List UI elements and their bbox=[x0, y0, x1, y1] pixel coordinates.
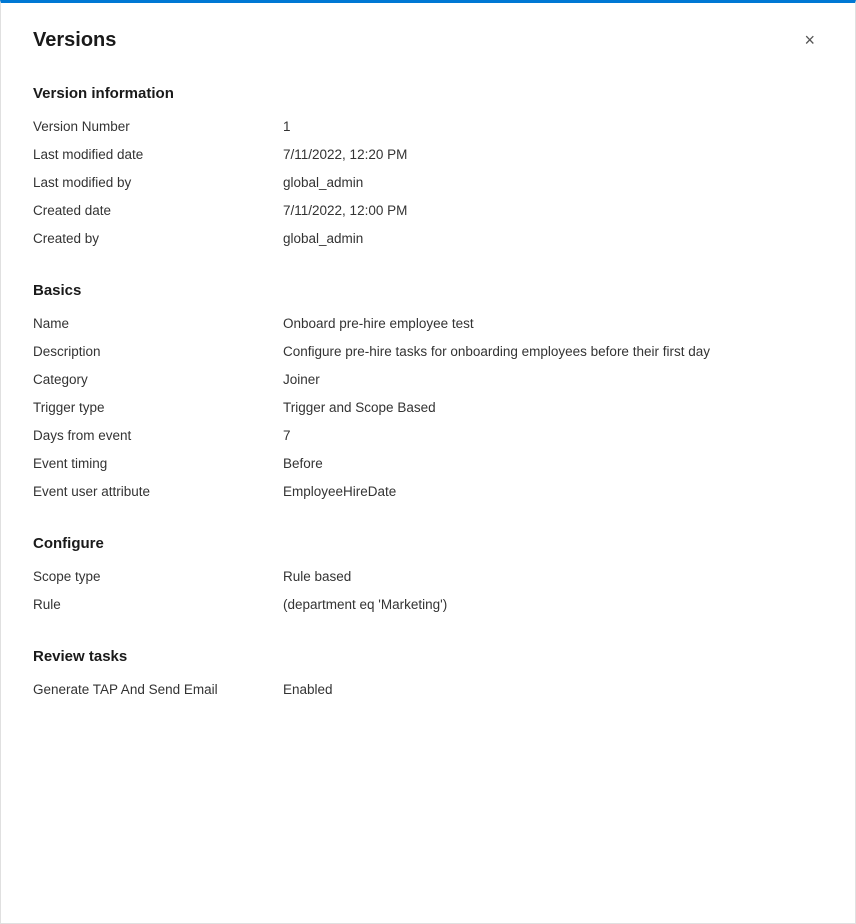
field-row: Scope typeRule based bbox=[33, 564, 823, 592]
field-row: Generate TAP And Send EmailEnabled bbox=[33, 677, 823, 705]
field-label: Last modified by bbox=[33, 175, 283, 190]
field-label: Version Number bbox=[33, 119, 283, 134]
field-row: Trigger typeTrigger and Scope Based bbox=[33, 395, 823, 423]
field-row: NameOnboard pre-hire employee test bbox=[33, 311, 823, 339]
field-label: Category bbox=[33, 372, 283, 387]
field-value: Configure pre-hire tasks for onboarding … bbox=[283, 344, 823, 359]
field-value: Joiner bbox=[283, 372, 823, 387]
field-row: Days from event7 bbox=[33, 423, 823, 451]
field-label: Trigger type bbox=[33, 400, 283, 415]
field-row: Created byglobal_admin bbox=[33, 226, 823, 254]
field-value: Rule based bbox=[283, 569, 823, 584]
field-value: EmployeeHireDate bbox=[283, 484, 823, 499]
field-row: CategoryJoiner bbox=[33, 367, 823, 395]
section-title-basics: Basics bbox=[33, 282, 823, 299]
field-label: Scope type bbox=[33, 569, 283, 584]
field-row: Event user attributeEmployeeHireDate bbox=[33, 479, 823, 507]
field-row: DescriptionConfigure pre-hire tasks for … bbox=[33, 339, 823, 367]
field-label: Last modified date bbox=[33, 147, 283, 162]
field-row: Last modified byglobal_admin bbox=[33, 170, 823, 198]
section-version-information: Version informationVersion Number1Last m… bbox=[33, 85, 823, 254]
section-review-tasks: Review tasks Generate TAP And Send EmailE… bbox=[33, 648, 823, 705]
field-row: Event timingBefore bbox=[33, 451, 823, 479]
section-configure: ConfigureScope typeRule basedRule(depart… bbox=[33, 535, 823, 620]
dialog-title: Versions bbox=[33, 29, 116, 52]
field-label: Name bbox=[33, 316, 283, 331]
section-title-configure: Configure bbox=[33, 535, 823, 552]
sections-container: Version informationVersion Number1Last m… bbox=[33, 85, 823, 705]
field-row: Version Number1 bbox=[33, 114, 823, 142]
field-value: 1 bbox=[283, 119, 823, 134]
field-label: Created date bbox=[33, 203, 283, 218]
field-value: 7/11/2022, 12:20 PM bbox=[283, 147, 823, 162]
field-value: global_admin bbox=[283, 231, 823, 246]
field-label: Rule bbox=[33, 597, 283, 612]
section-basics: Basics NameOnboard pre-hire employee test… bbox=[33, 282, 823, 507]
field-label: Description bbox=[33, 344, 283, 359]
field-value: Onboard pre-hire employee test bbox=[283, 316, 823, 331]
field-label: Generate TAP And Send Email bbox=[33, 682, 283, 697]
versions-dialog: Versions × Version information Version Nu… bbox=[0, 0, 856, 924]
field-row: Created date7/11/2022, 12:00 PM bbox=[33, 198, 823, 226]
field-row: Rule(department eq 'Marketing') bbox=[33, 592, 823, 620]
field-label: Event timing bbox=[33, 456, 283, 471]
field-value: Before bbox=[283, 456, 823, 471]
dialog-header: Versions × bbox=[33, 27, 823, 53]
field-label: Event user attribute bbox=[33, 484, 283, 499]
field-value: (department eq 'Marketing') bbox=[283, 597, 823, 612]
section-title-review-tasks: Review tasks bbox=[33, 648, 823, 665]
field-value: 7/11/2022, 12:00 PM bbox=[283, 203, 823, 218]
field-value: 7 bbox=[283, 428, 823, 443]
section-title-version-information: Version information bbox=[33, 85, 823, 102]
field-value: Trigger and Scope Based bbox=[283, 400, 823, 415]
field-label: Created by bbox=[33, 231, 283, 246]
close-button[interactable]: × bbox=[796, 27, 823, 53]
field-value: global_admin bbox=[283, 175, 823, 190]
field-label: Days from event bbox=[33, 428, 283, 443]
field-row: Last modified date7/11/2022, 12:20 PM bbox=[33, 142, 823, 170]
field-value: Enabled bbox=[283, 682, 823, 697]
